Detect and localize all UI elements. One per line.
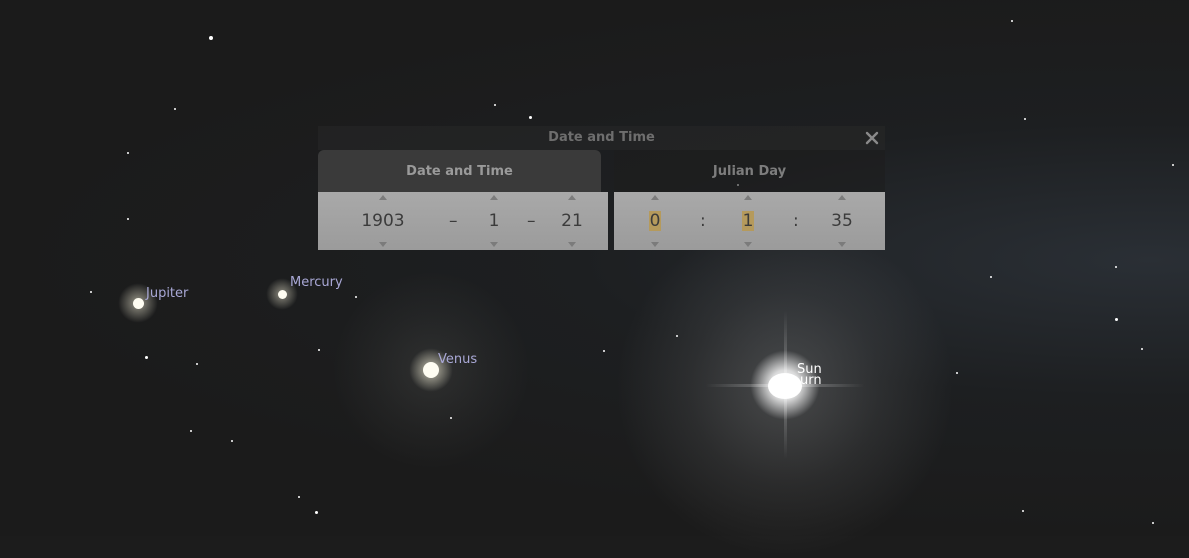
star <box>355 296 357 298</box>
star <box>494 104 496 106</box>
minute-value[interactable]: 1 <box>741 211 755 231</box>
time-separator: : <box>793 211 799 231</box>
star <box>1141 348 1143 350</box>
star <box>603 350 605 352</box>
date-panel: 1903 – 1 – 21 <box>318 192 608 250</box>
star <box>174 108 176 110</box>
second-down-arrow-icon[interactable] <box>838 242 846 247</box>
venus-label: Venus <box>438 352 478 367</box>
close-button[interactable] <box>861 127 883 149</box>
star <box>1115 266 1117 268</box>
minute-spinbox[interactable]: 1 <box>733 192 763 250</box>
star <box>450 417 452 419</box>
hour-down-arrow-icon[interactable] <box>651 242 659 247</box>
month-down-arrow-icon[interactable] <box>490 242 498 247</box>
star <box>676 335 678 337</box>
star <box>1024 118 1026 120</box>
jupiter-label: Jupiter <box>146 286 189 301</box>
star <box>529 116 532 119</box>
star <box>196 363 198 365</box>
second-up-arrow-icon[interactable] <box>838 195 846 200</box>
hour-value[interactable]: 0 <box>648 211 662 231</box>
star <box>1152 522 1154 524</box>
star <box>1011 20 1013 22</box>
year-spinbox[interactable]: 1903 <box>354 192 412 250</box>
star <box>127 218 129 220</box>
hour-up-arrow-icon[interactable] <box>651 195 659 200</box>
date-separator: – <box>449 211 458 231</box>
year-up-arrow-icon[interactable] <box>379 195 387 200</box>
star <box>990 276 992 278</box>
dialog-titlebar[interactable]: Date and Time <box>318 126 885 150</box>
star <box>1115 318 1118 321</box>
star <box>318 349 320 351</box>
star <box>231 440 233 442</box>
star <box>90 291 92 293</box>
mercury-label: Mercury <box>290 275 343 290</box>
month-spinbox[interactable]: 1 <box>479 192 509 250</box>
venus[interactable] <box>423 362 439 378</box>
star <box>1022 510 1024 512</box>
second-value[interactable]: 35 <box>831 211 853 231</box>
day-value[interactable]: 21 <box>561 211 583 231</box>
star <box>190 430 192 432</box>
month-up-arrow-icon[interactable] <box>490 195 498 200</box>
sky-view[interactable]: Jupiter Mercury Venus Sun urn <box>0 0 1189 558</box>
jupiter[interactable] <box>133 298 144 309</box>
star <box>298 496 300 498</box>
year-down-arrow-icon[interactable] <box>379 242 387 247</box>
star <box>127 152 129 154</box>
day-down-arrow-icon[interactable] <box>568 242 576 247</box>
close-icon <box>865 131 879 145</box>
star <box>1172 164 1174 166</box>
day-up-arrow-icon[interactable] <box>568 195 576 200</box>
minute-down-arrow-icon[interactable] <box>744 242 752 247</box>
star <box>315 511 318 514</box>
date-time-dialog: Date and Time Date and Time Julian Day 1… <box>318 126 885 250</box>
star <box>956 372 958 374</box>
star <box>209 36 213 40</box>
month-value[interactable]: 1 <box>489 211 500 231</box>
day-spinbox[interactable]: 21 <box>557 192 587 250</box>
tab-julian-day[interactable]: Julian Day <box>614 150 885 192</box>
time-separator: : <box>700 211 706 231</box>
year-value[interactable]: 1903 <box>361 211 404 231</box>
dialog-title: Date and Time <box>548 130 655 145</box>
saturn-label: urn <box>800 373 822 388</box>
mercury[interactable] <box>278 290 287 299</box>
time-panel: 0 : 1 : 35 <box>614 192 885 250</box>
date-separator: – <box>527 211 536 231</box>
second-spinbox[interactable]: 35 <box>825 192 859 250</box>
minute-up-arrow-icon[interactable] <box>744 195 752 200</box>
tab-date-and-time[interactable]: Date and Time <box>318 150 601 192</box>
hour-spinbox[interactable]: 0 <box>640 192 670 250</box>
star <box>145 356 148 359</box>
